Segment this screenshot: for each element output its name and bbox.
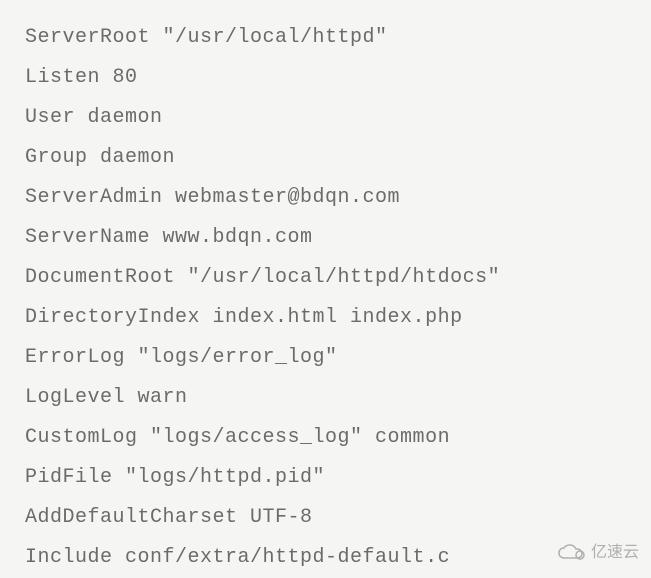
cloud-icon (557, 544, 587, 562)
config-line-serverroot: ServerRoot "/usr/local/httpd" (25, 18, 626, 58)
watermark: 亿速云 (557, 537, 639, 569)
config-line-servername: ServerName www.bdqn.com (25, 218, 626, 258)
config-line-loglevel: LogLevel warn (25, 378, 626, 418)
config-block: ServerRoot "/usr/local/httpd" Listen 80 … (25, 18, 626, 578)
config-line-errorlog: ErrorLog "logs/error_log" (25, 338, 626, 378)
config-line-documentroot: DocumentRoot "/usr/local/httpd/htdocs" (25, 258, 626, 298)
watermark-text: 亿速云 (591, 537, 639, 569)
config-line-customlog: CustomLog "logs/access_log" common (25, 418, 626, 458)
config-line-serveradmin: ServerAdmin webmaster@bdqn.com (25, 178, 626, 218)
config-line-group: Group daemon (25, 138, 626, 178)
config-line-adddefaultcharset: AddDefaultCharset UTF-8 (25, 498, 626, 538)
config-line-directoryindex: DirectoryIndex index.html index.php (25, 298, 626, 338)
config-line-user: User daemon (25, 98, 626, 138)
config-line-include: Include conf/extra/httpd-default.c (25, 538, 626, 578)
config-line-pidfile: PidFile "logs/httpd.pid" (25, 458, 626, 498)
config-line-listen: Listen 80 (25, 58, 626, 98)
